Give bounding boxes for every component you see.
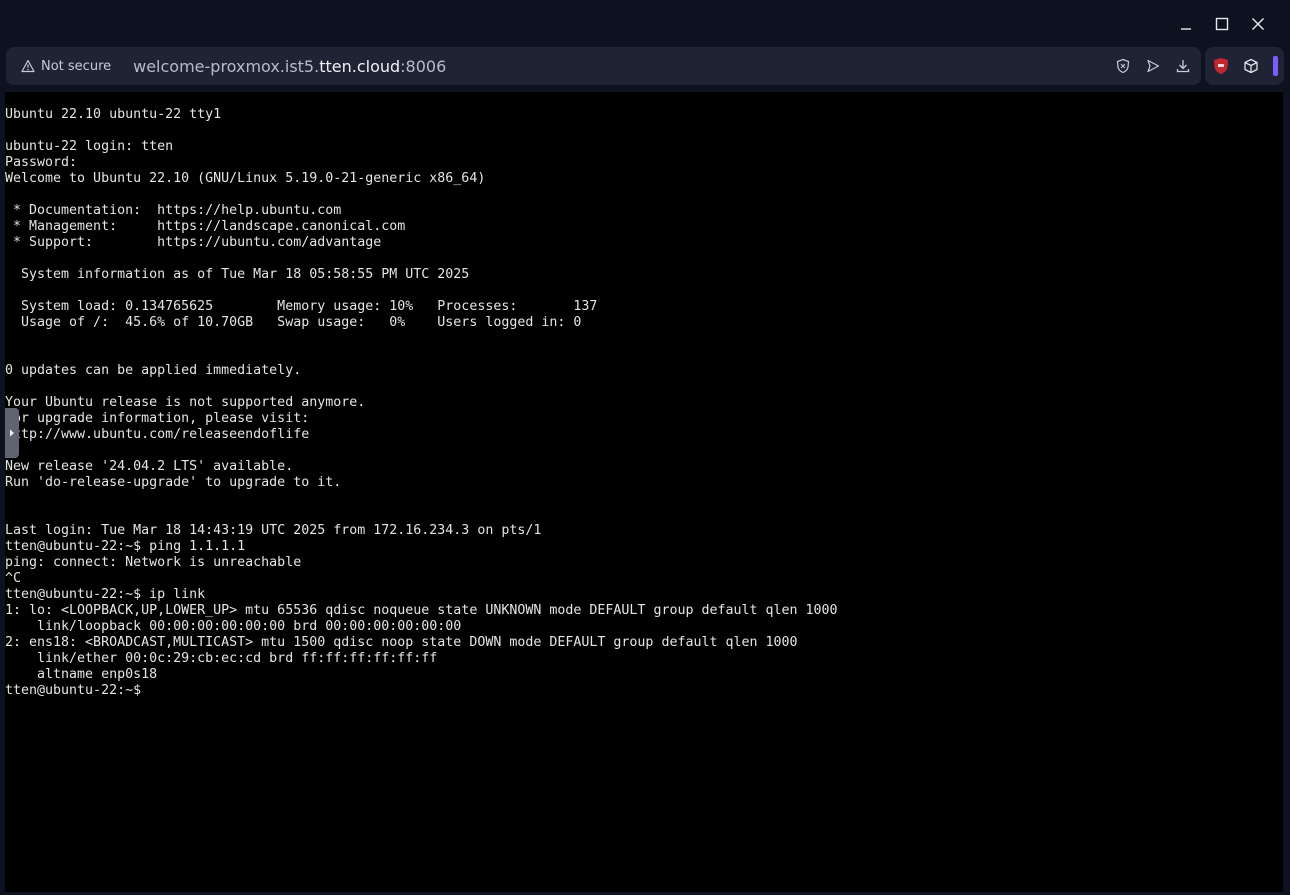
cube-icon (1244, 58, 1258, 74)
terminal-line: Last login: Tue Mar 18 14:43:19 UTC 2025… (5, 523, 542, 538)
close-icon (1252, 18, 1264, 30)
terminal-line: 1: lo: <LOOPBACK,UP,LOWER_UP> mtu 65536 … (5, 603, 838, 618)
terminal-line: System information as of Tue Mar 18 05:5… (5, 267, 470, 282)
send-button[interactable] (1145, 58, 1161, 74)
shield-button[interactable] (1115, 58, 1131, 74)
terminal-line: System load: 0.134765625 Memory usage: 1… (5, 299, 598, 314)
minimize-button[interactable] (1168, 12, 1204, 36)
url-suffix: :8006 (400, 56, 447, 76)
terminal-line: * Documentation: https://help.ubuntu.com (5, 203, 342, 218)
terminal-line: For upgrade information, please visit: (5, 411, 310, 426)
terminal-line: ^C (5, 571, 22, 586)
terminal-line: altname enp0s18 (5, 667, 158, 682)
terminal-line: Password: (5, 155, 78, 170)
terminal-line: link/ether 00:0c:29:cb:ec:cd brd ff:ff:f… (5, 651, 438, 666)
terminal-line: New release '24.04.2 LTS' available. (5, 459, 294, 474)
shield-icon (1116, 58, 1130, 74)
ublock-icon (1214, 58, 1228, 74)
terminal-line: 2: ens18: <BROADCAST,MULTICAST> mtu 1500… (5, 635, 798, 650)
chevron-right-icon (10, 429, 14, 437)
terminal-line: ubuntu-22 login: tten (5, 139, 174, 154)
extension-cube-button[interactable] (1242, 57, 1260, 75)
terminal-line: Welcome to Ubuntu 22.10 (GNU/Linux 5.19.… (5, 171, 486, 186)
address-bar-actions (1115, 47, 1191, 85)
terminal-line: link/loopback 00:00:00:00:00:00 brd 00:0… (5, 619, 462, 634)
minimize-icon (1181, 28, 1191, 30)
terminal-line: tten@ubuntu-22:~$ ip link (5, 587, 206, 602)
maximize-button[interactable] (1204, 12, 1240, 36)
terminal-line: tten@ubuntu-22:~$ (5, 683, 142, 698)
extension-accent-marker (1273, 56, 1278, 76)
terminal-line: * Support: https://ubuntu.com/advantage (5, 235, 382, 250)
send-icon (1147, 59, 1160, 73)
download-button[interactable] (1175, 58, 1191, 74)
extensions-bar (1205, 47, 1284, 85)
terminal-line: ping: connect: Network is unreachable (5, 555, 302, 570)
terminal-line: 0 updates can be applied immediately. (5, 363, 302, 378)
url-domain: tten.cloud (319, 56, 401, 76)
security-indicator[interactable]: Not secure (21, 59, 111, 74)
ublock-extension-button[interactable] (1213, 57, 1229, 75)
url-prefix: welcome-proxmox.ist5. (133, 56, 320, 76)
terminal-line: * Management: https://landscape.canonica… (5, 219, 406, 234)
terminal-line: http://www.ubuntu.com/releaseendoflife (5, 427, 310, 442)
side-panel-handle[interactable] (5, 408, 19, 458)
maximize-icon (1215, 17, 1229, 31)
terminal-line: Ubuntu 22.10 ubuntu-22 tty1 (5, 107, 222, 122)
close-button[interactable] (1240, 12, 1276, 36)
download-icon (1176, 60, 1190, 73)
warning-icon (21, 59, 35, 73)
terminal-line: Usage of /: 45.6% of 10.70GB Swap usage:… (5, 315, 582, 330)
security-label: Not secure (41, 58, 112, 74)
url-text[interactable]: welcome-proxmox.ist5.tten.cloud:8006 (133, 57, 446, 76)
terminal-line: tten@ubuntu-22:~$ ping 1.1.1.1 (5, 539, 246, 554)
address-bar[interactable]: Not secure welcome-proxmox.ist5.tten.clo… (6, 47, 1201, 85)
terminal-line: Run 'do-release-upgrade' to upgrade to i… (5, 475, 342, 490)
terminal-line: Your Ubuntu release is not supported any… (5, 395, 366, 410)
terminal-output: Ubuntu 22.10 ubuntu-22 tty1 ubuntu-22 lo… (5, 107, 838, 699)
window-controls (1168, 12, 1276, 36)
console-terminal[interactable]: Ubuntu 22.10 ubuntu-22 tty1 ubuntu-22 lo… (5, 92, 1283, 892)
